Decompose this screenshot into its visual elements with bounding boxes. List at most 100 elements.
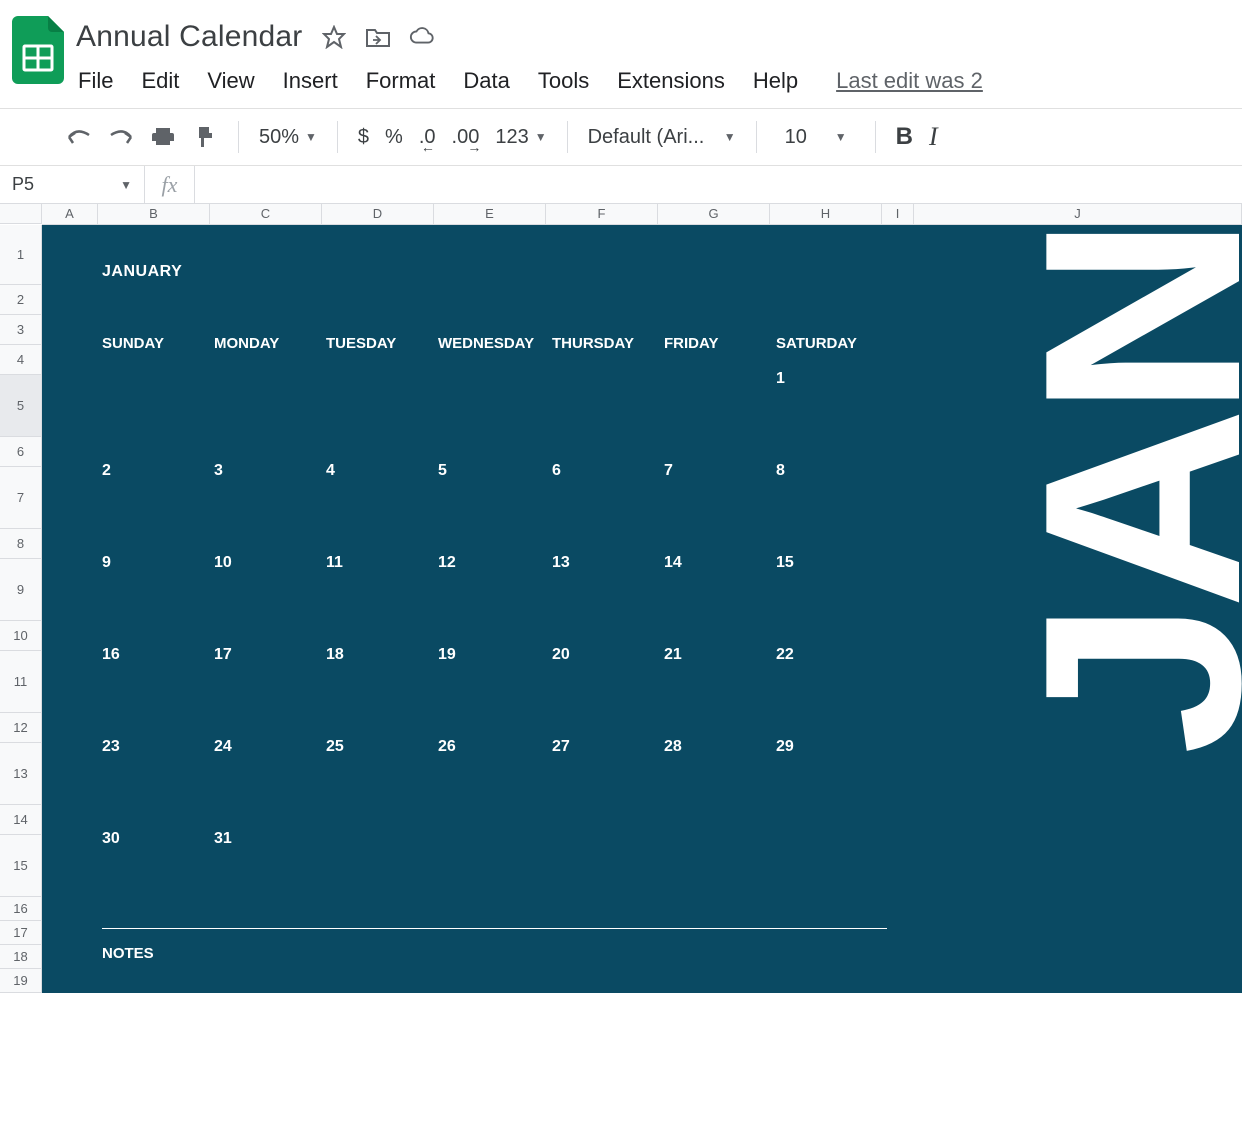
calendar-day[interactable]: 18: [326, 646, 438, 664]
calendar-day[interactable]: 16: [102, 646, 214, 664]
print-icon[interactable]: [144, 118, 182, 156]
doc-title[interactable]: Annual Calendar: [76, 20, 303, 54]
calendar-day[interactable]: 31: [214, 830, 326, 848]
calendar-day[interactable]: 25: [326, 738, 438, 756]
menu-help[interactable]: Help: [753, 68, 798, 94]
row-header[interactable]: 10: [0, 621, 41, 651]
menu-data[interactable]: Data: [463, 68, 509, 94]
increase-decimal[interactable]: .00 →: [446, 126, 486, 149]
dow-label: SUNDAY: [102, 335, 214, 352]
calendar-day[interactable]: 1: [776, 370, 888, 388]
col-header[interactable]: B: [98, 204, 210, 224]
menu-extensions[interactable]: Extensions: [617, 68, 725, 94]
calendar-day[interactable]: 9: [102, 554, 214, 572]
col-header[interactable]: F: [546, 204, 658, 224]
calendar-day[interactable]: 30: [102, 830, 214, 848]
calendar-day[interactable]: 3: [214, 462, 326, 480]
move-folder-icon[interactable]: [365, 24, 391, 50]
sheets-logo-icon[interactable]: [12, 16, 64, 84]
calendar-day[interactable]: 22: [776, 646, 888, 664]
col-header[interactable]: E: [434, 204, 546, 224]
row-header[interactable]: 4: [0, 345, 41, 375]
calendar-day[interactable]: 4: [326, 462, 438, 480]
calendar-day[interactable]: 5: [438, 462, 552, 480]
row-header[interactable]: 18: [0, 945, 41, 969]
redo-icon[interactable]: [102, 118, 140, 156]
calendar-day[interactable]: 11: [326, 554, 438, 572]
calendar-day[interactable]: 2: [102, 462, 214, 480]
row-header[interactable]: 16: [0, 897, 41, 921]
calendar-day[interactable]: 8: [776, 462, 888, 480]
menu-format[interactable]: Format: [366, 68, 436, 94]
calendar-day[interactable]: 10: [214, 554, 326, 572]
bold-button[interactable]: B: [890, 123, 919, 151]
calendar-day[interactable]: 13: [552, 554, 664, 572]
chevron-down-icon: ▼: [835, 130, 847, 144]
calendar-day[interactable]: 15: [776, 554, 888, 572]
row-header[interactable]: 1: [0, 225, 41, 285]
format-currency[interactable]: $: [352, 126, 375, 149]
calendar-day[interactable]: 6: [552, 462, 664, 480]
calendar-week: 30 31: [102, 830, 1242, 900]
paint-format-icon[interactable]: [186, 118, 224, 156]
calendar-day[interactable]: 24: [214, 738, 326, 756]
calendar-day[interactable]: 14: [664, 554, 776, 572]
col-header[interactable]: H: [770, 204, 882, 224]
menu-insert[interactable]: Insert: [283, 68, 338, 94]
calendar-day[interactable]: 17: [214, 646, 326, 664]
font-size-select[interactable]: 10 ▼: [771, 126, 861, 149]
format-percent[interactable]: %: [379, 126, 409, 149]
title-row: Annual Calendar: [76, 8, 1242, 54]
row-header[interactable]: 12: [0, 713, 41, 743]
col-header[interactable]: A: [42, 204, 98, 224]
row-header[interactable]: 9: [0, 559, 41, 621]
fx-icon: fx: [145, 166, 195, 203]
row-header[interactable]: 3: [0, 315, 41, 345]
calendar-day[interactable]: 28: [664, 738, 776, 756]
font-select[interactable]: Default (Ari... ▼: [582, 126, 742, 149]
row-header[interactable]: 6: [0, 437, 41, 467]
decrease-decimal[interactable]: .0 ←: [413, 126, 442, 149]
calendar-day[interactable]: 26: [438, 738, 552, 756]
italic-button[interactable]: I: [923, 122, 944, 152]
col-header[interactable]: J: [914, 204, 1242, 224]
calendar-day[interactable]: 21: [664, 646, 776, 664]
col-header[interactable]: G: [658, 204, 770, 224]
row-header[interactable]: 14: [0, 805, 41, 835]
row-header[interactable]: 7: [0, 467, 41, 529]
menu-tools[interactable]: Tools: [538, 68, 589, 94]
calendar-day[interactable]: 23: [102, 738, 214, 756]
name-box[interactable]: P5 ▼: [0, 166, 145, 203]
calendar-day[interactable]: 20: [552, 646, 664, 664]
calendar-day[interactable]: 12: [438, 554, 552, 572]
menu-view[interactable]: View: [207, 68, 254, 94]
sheet-content[interactable]: JAN JANUARY SUNDAY MONDAY TUESDAY WEDNES…: [42, 225, 1242, 993]
col-header[interactable]: D: [322, 204, 434, 224]
row-header[interactable]: 2: [0, 285, 41, 315]
row-header[interactable]: 5: [0, 375, 41, 437]
calendar-day[interactable]: 27: [552, 738, 664, 756]
toolbar-separator: [567, 121, 568, 153]
row-header[interactable]: 8: [0, 529, 41, 559]
calendar-day[interactable]: 29: [776, 738, 888, 756]
grid-body: 1 2 3 4 5 6 7 8 9 10 11 12 13 14 15 16 1…: [0, 225, 1242, 993]
col-header[interactable]: I: [882, 204, 914, 224]
row-header[interactable]: 11: [0, 651, 41, 713]
cloud-status-icon[interactable]: [409, 24, 435, 50]
calendar-day[interactable]: 19: [438, 646, 552, 664]
calendar-day[interactable]: 7: [664, 462, 776, 480]
menu-edit[interactable]: Edit: [141, 68, 179, 94]
zoom-select[interactable]: 50% ▼: [253, 126, 323, 149]
last-edit-link[interactable]: Last edit was 2: [836, 68, 983, 94]
row-header[interactable]: 13: [0, 743, 41, 805]
star-icon[interactable]: [321, 24, 347, 50]
dow-label: SATURDAY: [776, 335, 888, 352]
select-all-corner[interactable]: [0, 204, 42, 224]
row-header[interactable]: 19: [0, 969, 41, 993]
number-format-select[interactable]: 123 ▼: [489, 126, 552, 149]
menu-file[interactable]: File: [78, 68, 113, 94]
row-header[interactable]: 17: [0, 921, 41, 945]
undo-icon[interactable]: [60, 118, 98, 156]
row-header[interactable]: 15: [0, 835, 41, 897]
col-header[interactable]: C: [210, 204, 322, 224]
